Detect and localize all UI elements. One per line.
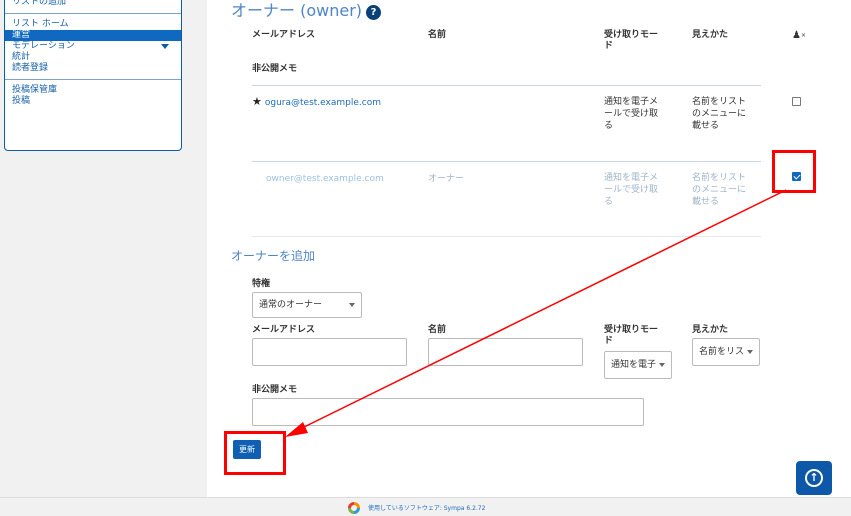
annotation-arrow [285,189,787,437]
